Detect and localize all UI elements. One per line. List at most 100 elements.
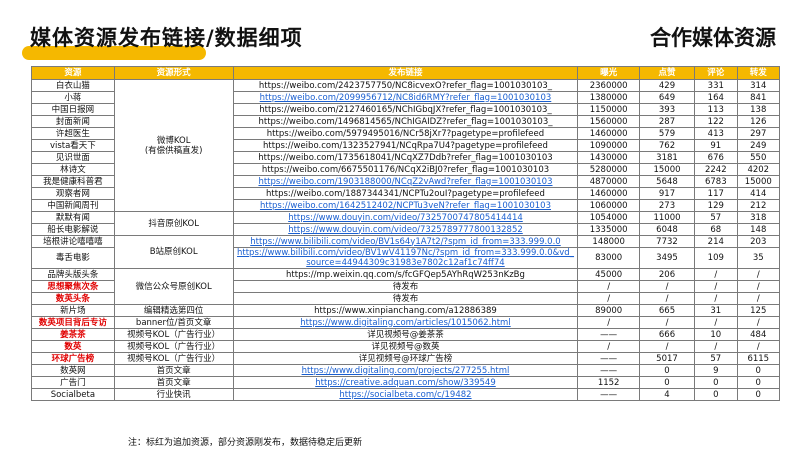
resource-form: 微信公众号原创KOL	[113, 268, 234, 305]
table-row: 培根讲论嘻嘻嘻 B站原创KOL https://www.bilibili.com/v…	[31, 235, 781, 269]
metric-likes: /	[638, 340, 696, 353]
resource-name: 品牌头版头条	[31, 268, 115, 281]
metric-shares: 550	[736, 151, 781, 164]
metric-exposure: 4870000	[577, 175, 640, 188]
metric-comments: 57	[694, 211, 738, 224]
resource-name: 广告门	[31, 376, 115, 389]
metric-shares: 125	[736, 304, 781, 317]
metric-exposure: 1460000	[577, 127, 640, 140]
header-comments: 评论	[694, 66, 738, 80]
publish-link: https://mp.weixin.qq.com/s/fcGFQep5AYhRq…	[232, 268, 579, 281]
resource-name: 毒舌电影	[31, 247, 115, 269]
publish-link[interactable]: https://weibo.com/1642512402/NCPTu3veN?r…	[232, 199, 579, 212]
resource-name: 培根讲论嘻嘻嘻	[31, 235, 115, 248]
metric-shares: /	[736, 268, 781, 281]
resource-name: 观察者网	[31, 187, 115, 200]
metric-shares: 126	[736, 115, 781, 128]
resource-form: 微博KOL (有偿供稿直发)	[113, 79, 234, 212]
publish-link[interactable]: https://www.douyin.com/video/73257007478…	[232, 211, 579, 224]
table-row: 数英网 首页文章 https://www.digitaling.com/projec…	[31, 364, 781, 377]
metric-likes: 665	[638, 304, 696, 317]
table-header-row: 资源 资源形式 发布链接 曝光 点赞 评论 转发	[31, 66, 781, 80]
table-row: 新片场 编辑精选第四位 https://www.xinpianchang.com/a…	[31, 304, 781, 317]
metric-shares: 15000	[736, 175, 781, 188]
metric-shares: /	[736, 340, 781, 353]
publish-link: https://weibo.com/1735618041/NCqXZ7Ddb?r…	[232, 151, 579, 164]
publish-link: https://www.xinpianchang.com/a12886389	[232, 304, 579, 317]
publish-link[interactable]: https://www.bilibili.com/video/BV1wV4119…	[232, 247, 579, 269]
metric-shares: 0	[736, 376, 781, 389]
metric-shares: 4202	[736, 163, 781, 176]
resource-form: 编辑精选第四位	[113, 304, 234, 317]
metric-exposure: ——	[577, 328, 640, 341]
resource-name: 数英网	[31, 364, 115, 377]
resource-name: 封面新闻	[31, 115, 115, 128]
metric-shares: 138	[736, 103, 781, 116]
publish-link: https://weibo.com/1887344341/NCPTu2ouI?p…	[232, 187, 579, 200]
header-resource: 资源	[31, 66, 115, 80]
metric-exposure: /	[577, 340, 640, 353]
section-title: 合作媒体资源	[650, 26, 776, 50]
metric-likes: /	[638, 316, 696, 329]
resource-form: B站原创KOL	[113, 235, 234, 269]
metric-shares: 297	[736, 127, 781, 140]
metric-exposure: 148000	[577, 235, 640, 248]
metric-exposure: 1430000	[577, 151, 640, 164]
metric-comments: 0	[694, 376, 738, 389]
resource-name: 环球广告榜	[31, 352, 115, 365]
metric-comments: 331	[694, 79, 738, 92]
metric-exposure: 1380000	[577, 91, 640, 104]
metric-comments: 9	[694, 364, 738, 377]
publish-link[interactable]: https://www.digitaling.com/articles/1015…	[232, 316, 579, 329]
table-row: 广告门 首页文章 https://creative.adquan.com/show/…	[31, 376, 781, 389]
resource-form: 行业快讯	[113, 388, 234, 401]
metric-exposure: 2360000	[577, 79, 640, 92]
metric-likes: 206	[638, 268, 696, 281]
metric-shares: 484	[736, 328, 781, 341]
metric-shares: /	[736, 280, 781, 293]
metric-comments: /	[694, 280, 738, 293]
metric-comments: 164	[694, 91, 738, 104]
publish-link[interactable]: https://www.bilibili.com/video/BV1s64y1A…	[232, 235, 579, 248]
metric-comments: 129	[694, 199, 738, 212]
metric-comments: /	[694, 268, 738, 281]
resource-form: 首页文章	[113, 364, 234, 377]
publish-link[interactable]: https://www.digitaling.com/projects/2772…	[232, 364, 579, 377]
metric-likes: 3495	[638, 247, 696, 269]
publish-link[interactable]: https://weibo.com/1903188000/NCqZ2vAwd?r…	[232, 175, 579, 188]
publish-link[interactable]: https://socialbeta.com/c/19482	[232, 388, 579, 401]
resource-name: vista看天下	[31, 139, 115, 152]
metric-comments: 113	[694, 103, 738, 116]
resource-form: 首页文章	[113, 376, 234, 389]
metric-exposure: 5280000	[577, 163, 640, 176]
publish-link[interactable]: https://www.douyin.com/video/73257897778…	[232, 223, 579, 236]
resource-name: 数英项目背后专访	[31, 316, 115, 329]
metric-comments: 10	[694, 328, 738, 341]
metric-likes: /	[638, 292, 696, 305]
metric-comments: 91	[694, 139, 738, 152]
header-exposure: 曝光	[577, 66, 640, 80]
resource-name: 数英头条	[31, 292, 115, 305]
header: 媒体资源发布链接/数据细项 合作媒体资源	[0, 0, 800, 60]
publish-link[interactable]: https://weibo.com/2099956712/NC8id6RMY?r…	[232, 91, 579, 104]
header-shares: 转发	[736, 66, 781, 80]
metric-likes: 15000	[638, 163, 696, 176]
publish-link: 详见视频号@环球广告榜	[232, 352, 579, 365]
metric-exposure: 1150000	[577, 103, 640, 116]
metric-shares: 212	[736, 199, 781, 212]
metric-shares: 0	[736, 388, 781, 401]
resource-name: 许超医生	[31, 127, 115, 140]
table-row: 白衣山猫 微博KOL (有偿供稿直发) https://weibo.com/2423…	[31, 79, 781, 212]
metric-likes: 11000	[638, 211, 696, 224]
resource-name: 船长电影解说	[31, 223, 115, 236]
metric-shares: 249	[736, 139, 781, 152]
resource-name: 林诗文	[31, 163, 115, 176]
metric-exposure: 1090000	[577, 139, 640, 152]
resource-name: 小蒋	[31, 91, 115, 104]
page-title: 媒体资源发布链接/数据细项	[30, 26, 303, 50]
publish-link: 待发布	[232, 292, 579, 305]
header-likes: 点赞	[638, 66, 696, 80]
metric-shares: 6115	[736, 352, 781, 365]
publish-link[interactable]: https://creative.adquan.com/show/339549	[232, 376, 579, 389]
resource-name: 中国日报网	[31, 103, 115, 116]
